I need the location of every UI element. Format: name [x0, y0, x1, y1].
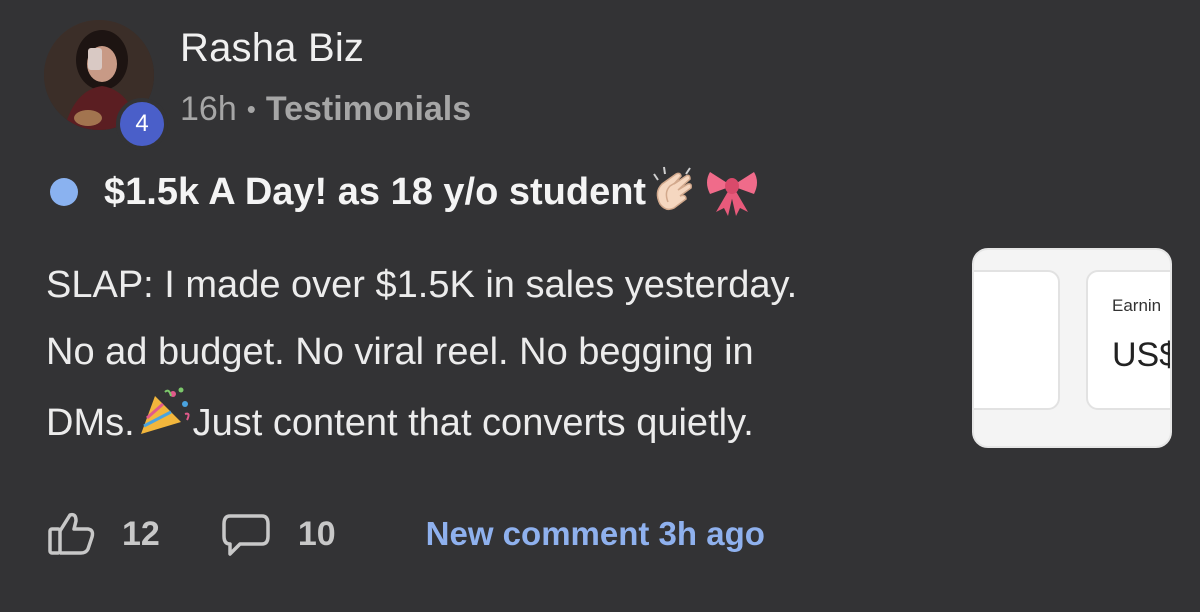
ribbon-emoji-icon	[702, 162, 762, 223]
post-category[interactable]: Testimonials	[266, 90, 471, 129]
thumbs-up-icon	[48, 512, 95, 555]
thumbnail-card	[974, 270, 1060, 410]
post-card[interactable]: 4 Rasha Biz 16h • Testimonials $1.5k A D…	[0, 0, 1200, 612]
meta-separator: •	[246, 94, 256, 124]
post-title-row[interactable]: $1.5k A Day! as 18 y/o student	[50, 164, 762, 220]
post-thumbnail[interactable]: Earnin US$	[972, 248, 1172, 448]
post-title[interactable]: $1.5k A Day! as 18 y/o student	[104, 171, 646, 214]
thumbnail-earnings-label: Earnin	[1112, 296, 1162, 315]
body-line: DMs. Just content that converts quietly.	[46, 386, 946, 460]
thumbnail-earnings-value: US$	[1112, 336, 1172, 374]
comment-count: 10	[297, 514, 336, 553]
body-line: SLAP: I made over $1.5K in sales yesterd…	[46, 264, 798, 306]
author-avatar[interactable]: 4	[44, 20, 168, 150]
like-button[interactable]: 12	[46, 509, 160, 559]
body-text-segment: DMs.	[46, 401, 135, 444]
new-comment-link[interactable]: New comment 3h ago	[426, 515, 765, 553]
post-body[interactable]: SLAP: I made over $1.5K in sales yesterd…	[46, 252, 946, 460]
post-actions: 12 10 New comment 3h ago	[46, 506, 765, 562]
comment-button[interactable]: 10	[220, 510, 336, 558]
author-name[interactable]: Rasha Biz	[180, 26, 364, 71]
clapping-hands-emoji-icon	[646, 162, 702, 223]
body-text-segment: Just content that converts quietly.	[192, 401, 754, 444]
post-time: 16h	[180, 90, 237, 128]
party-popper-emoji-icon	[135, 386, 193, 460]
unread-dot-icon	[50, 178, 78, 206]
comment-bubble-icon	[222, 514, 270, 556]
post-meta: 16h • Testimonials	[180, 90, 471, 129]
body-line: No ad budget. No viral reel. No begging …	[46, 331, 754, 373]
level-badge: 4	[116, 98, 168, 150]
like-count: 12	[122, 514, 160, 553]
